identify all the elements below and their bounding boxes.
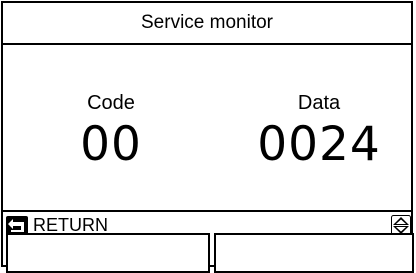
code-panel: Code 00 [11,91,211,173]
code-value: 00 [80,117,142,172]
data-panel: Data 0024 [219,91,416,173]
screen-frame: Service monitor Code 00 Data 0024 RETURN [1,1,413,267]
page-title: Service monitor [3,3,411,45]
data-value: 0024 [257,117,381,172]
data-label: Data [297,92,341,114]
function-button-right[interactable] [214,233,414,273]
function-button-left[interactable] [6,233,210,273]
code-label: Code [87,92,135,114]
